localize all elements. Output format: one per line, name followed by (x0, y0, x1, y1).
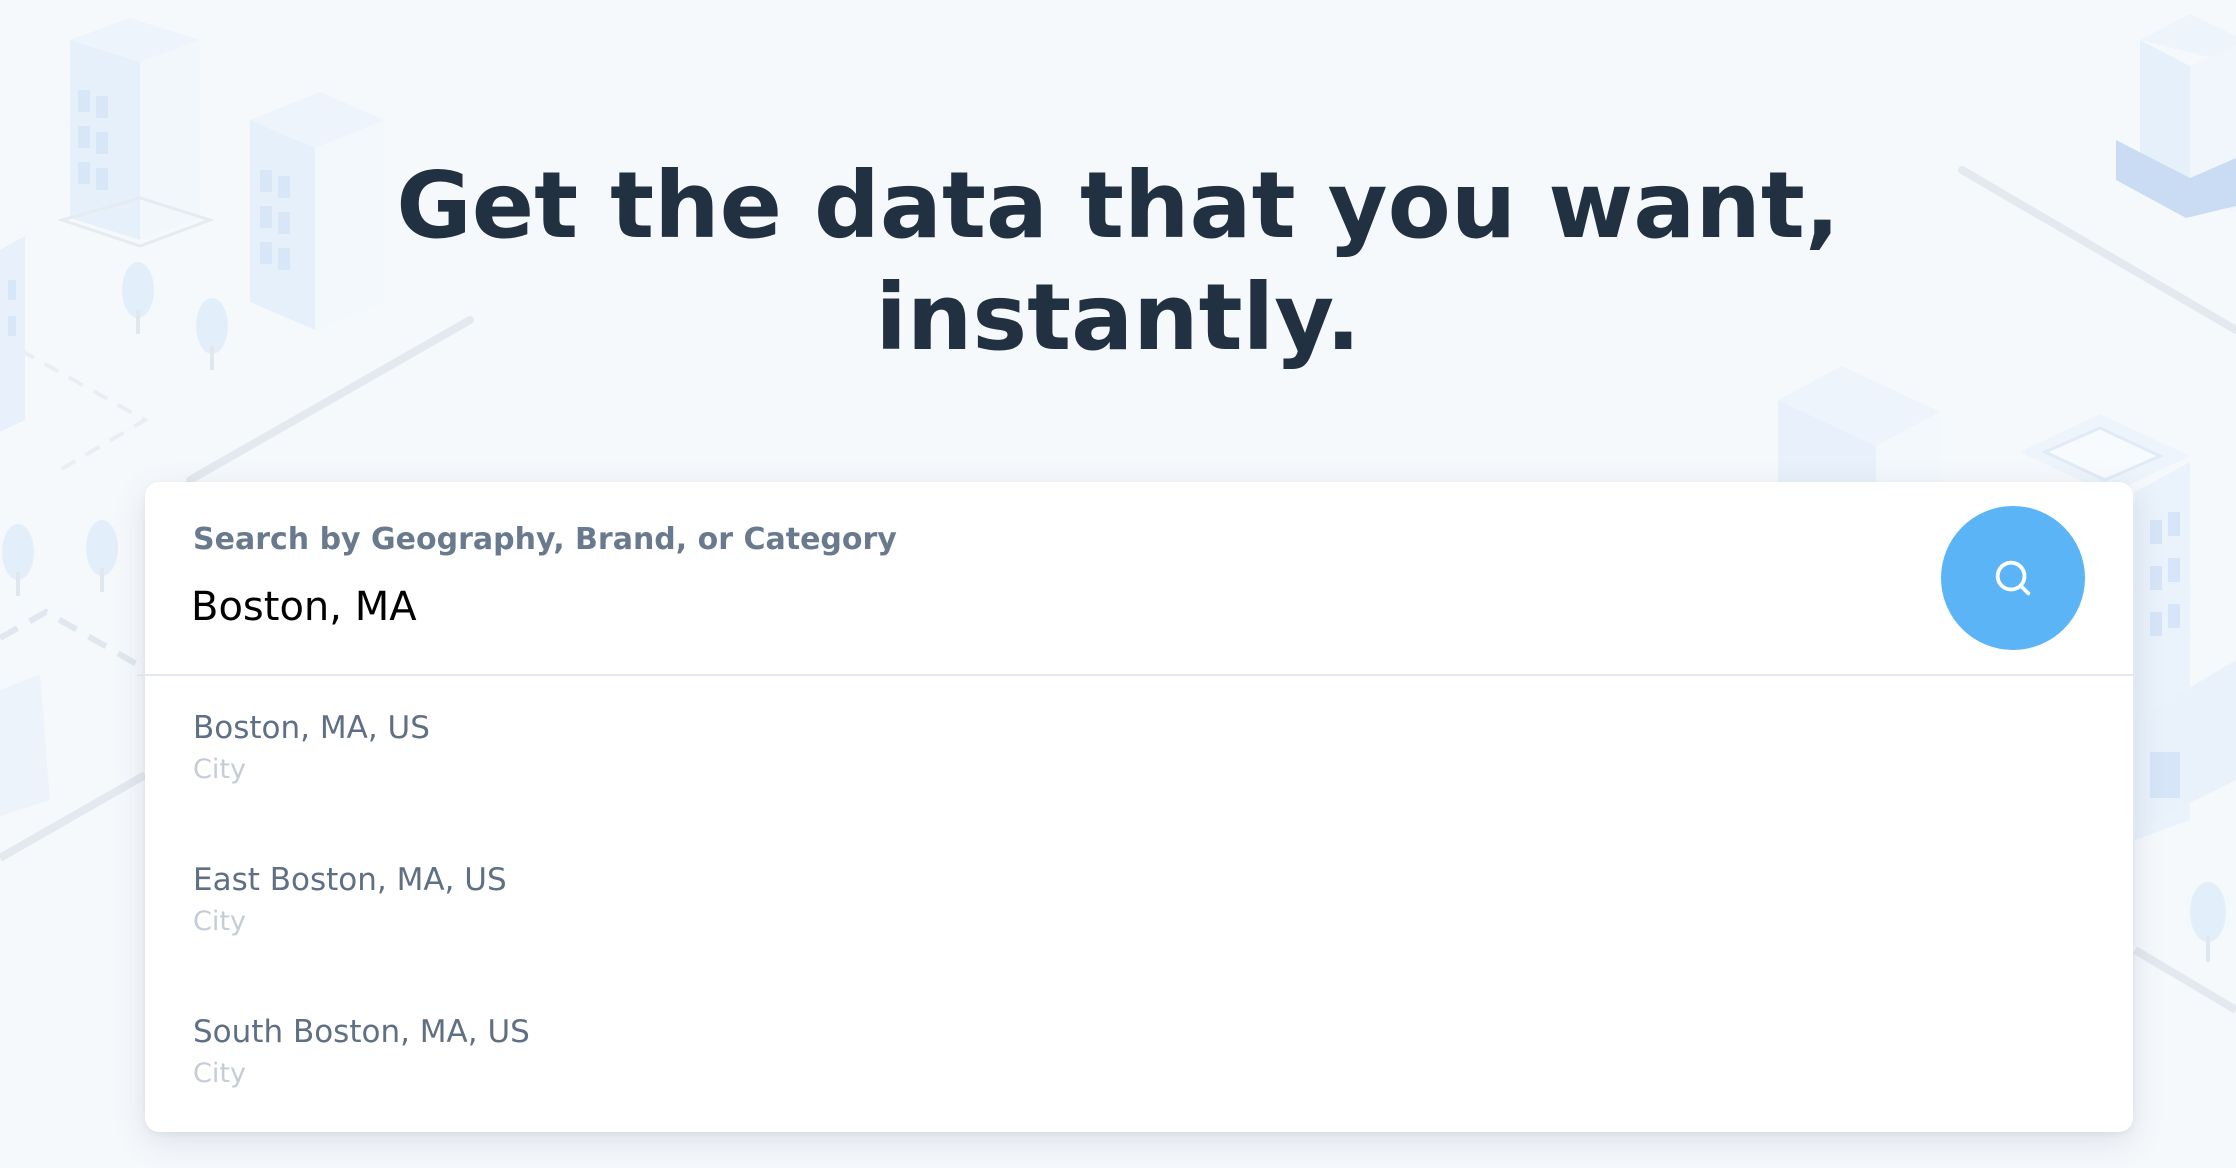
headline-line-1: Get the data that you want, (396, 152, 1840, 259)
suggestion-type: City (193, 906, 246, 937)
tree-right (2190, 882, 2226, 962)
suggestion-title: Boston, MA, US (193, 710, 430, 746)
suggestion-type: City (193, 754, 246, 785)
suggestion-item-boston[interactable]: Boston, MA, US City (145, 676, 2133, 828)
suggestion-title: East Boston, MA, US (193, 862, 507, 898)
search-icon (1995, 560, 2031, 596)
headline-line-2: instantly. (875, 264, 1361, 371)
suggestion-item-east-boston[interactable]: East Boston, MA, US City (145, 828, 2133, 980)
suggestion-type: City (193, 1058, 246, 1089)
search-header: Search by Geography, Brand, or Category (145, 482, 2133, 676)
page-title: Get the data that you want, instantly. (0, 150, 2236, 374)
suggestion-item-south-boston[interactable]: South Boston, MA, US City (145, 980, 2133, 1132)
search-input[interactable] (191, 574, 1891, 640)
suggestion-list: Boston, MA, US City East Boston, MA, US … (145, 676, 2133, 1132)
suggestion-title: South Boston, MA, US (193, 1014, 530, 1050)
search-panel: Search by Geography, Brand, or Category … (145, 482, 2133, 1132)
search-label: Search by Geography, Brand, or Category (193, 522, 897, 557)
search-button[interactable] (1941, 506, 2085, 650)
